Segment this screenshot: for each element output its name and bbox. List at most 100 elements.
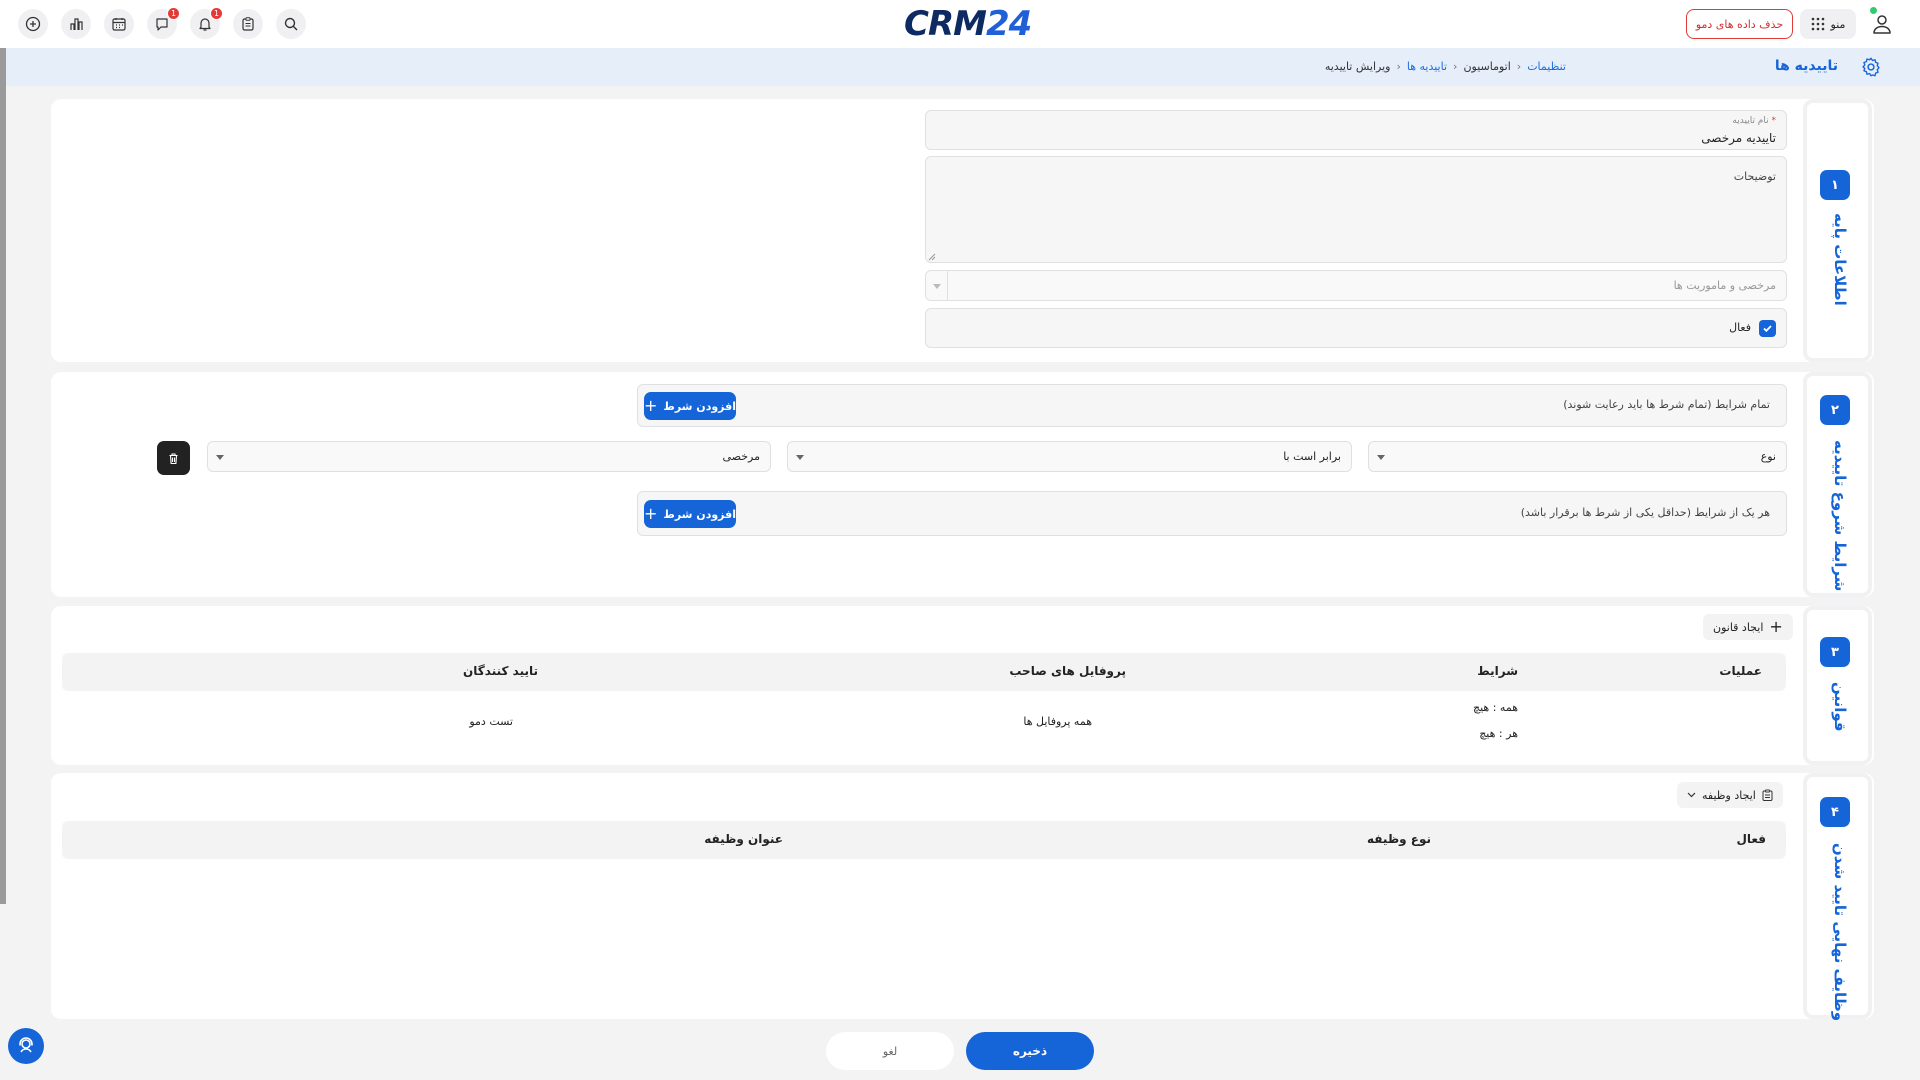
- chevron-down-icon: [1687, 792, 1696, 798]
- breadcrumb-bar: تاییدیه ها تنظیمات ‹ اتوماسیون ‹ تاییدیه…: [6, 48, 1920, 86]
- notification-badge: 1: [210, 7, 223, 20]
- condition-field-select[interactable]: نوع: [1368, 441, 1787, 472]
- user-icon[interactable]: [1870, 12, 1894, 36]
- plus-icon: +: [1769, 617, 1783, 636]
- menu-label: منو: [1830, 17, 1846, 31]
- grid-icon: [1811, 17, 1824, 31]
- column-header-active: فعال: [1736, 832, 1766, 846]
- delete-demo-data-button[interactable]: حذف داده های دمو: [1686, 9, 1793, 39]
- condition-field-value: نوع: [1760, 450, 1776, 463]
- column-header-owner-profiles: پروفایل های صاحب: [1009, 664, 1126, 678]
- page-scrollbar[interactable]: [0, 48, 6, 904]
- logo-number: 24: [985, 4, 1032, 44]
- breadcrumb-separator: ‹: [1453, 60, 1458, 73]
- add-icon[interactable]: [18, 9, 48, 39]
- condition-operator-select[interactable]: برابر است با: [787, 441, 1352, 472]
- basic-info-tab[interactable]: ۱ اطلاعات پایه: [1803, 99, 1872, 362]
- app-logo[interactable]: CRM24: [904, 4, 1032, 44]
- rules-table-header: عملیات شرایط پروفایل های صاحب تایید کنند…: [62, 653, 1786, 691]
- clipboard-icon[interactable]: [233, 9, 263, 39]
- section-label: شرایط شروع تاییدیه: [1831, 440, 1849, 592]
- top-header: 1 1 CRM24 حذف داده های دمو منو: [0, 0, 1920, 48]
- rule-owner-profiles: همه پروفایل ها: [1023, 715, 1092, 728]
- chevron-down-icon: [1377, 455, 1385, 460]
- any-conditions-label: هر یک از شرایط (حداقل یکی از شرط ها برقر…: [1520, 506, 1770, 519]
- tasks-tab[interactable]: ۴ وظایف نهایی تایید شدن: [1803, 773, 1872, 1022]
- support-agent-icon: [19, 1037, 33, 1053]
- breadcrumb-separator: ‹: [1516, 60, 1522, 73]
- active-label: فعال: [1729, 321, 1751, 334]
- section-label: اطلاعات پایه: [1831, 213, 1849, 306]
- column-header-task-title: عنوان وظیفه: [704, 832, 783, 846]
- chart-icon[interactable]: [61, 9, 91, 39]
- bell-icon[interactable]: 1: [190, 7, 223, 39]
- breadcrumb-automation[interactable]: اتوماسیون: [1463, 60, 1510, 73]
- chevron-down-icon: [933, 284, 941, 289]
- create-rule-button[interactable]: + ایجاد قانون: [1703, 614, 1793, 640]
- check-icon: [1763, 325, 1772, 333]
- section-label: وظایف نهایی تایید شدن: [1831, 843, 1849, 1022]
- all-conditions-label: تمام شرایط (تمام شرط ها باید رعایت شوند): [1563, 398, 1770, 411]
- page-title: تاییدیه ها: [1774, 58, 1838, 74]
- tasks-table-header: فعال نوع وظیفه عنوان وظیفه: [62, 821, 1786, 859]
- rules-tab[interactable]: ۳ قوانین: [1803, 606, 1872, 765]
- add-condition-label: افزودن شرط: [663, 399, 736, 413]
- section-number: ۳: [1820, 637, 1850, 667]
- chat-icon[interactable]: 1: [147, 7, 180, 39]
- create-task-label: ایجاد وظیفه: [1702, 788, 1756, 802]
- tasks-card: [51, 773, 1874, 1019]
- conditions-tab[interactable]: ۲ شرایط شروع تاییدیه: [1803, 372, 1872, 597]
- section-number: ۱: [1820, 170, 1850, 200]
- logo-text: CRM: [904, 4, 987, 44]
- plus-icon: +: [644, 396, 658, 415]
- add-condition-label: افزودن شرط: [663, 507, 736, 521]
- create-task-dropdown-button[interactable]: ایجاد وظیفه: [1677, 782, 1783, 808]
- chat-badge: 1: [167, 7, 180, 20]
- clipboard-icon: [1762, 789, 1773, 801]
- plus-icon: +: [644, 504, 658, 523]
- approval-name-label-text: نام تاییدیه: [1732, 116, 1769, 126]
- rule-approvers: تست دمو: [469, 715, 513, 728]
- column-header-approvers: تایید کنندگان: [463, 664, 538, 678]
- add-condition-button[interactable]: افزودن شرط +: [644, 500, 736, 528]
- save-button[interactable]: ذخیره: [966, 1032, 1094, 1070]
- section-number: ۴: [1820, 797, 1850, 827]
- description-placeholder: توضیحات: [1733, 170, 1776, 183]
- breadcrumb-settings[interactable]: تنظیمات: [1527, 60, 1566, 73]
- cancel-button[interactable]: لغو: [826, 1032, 954, 1070]
- resize-handle-icon[interactable]: [927, 252, 936, 261]
- menu-button[interactable]: منو: [1800, 9, 1856, 39]
- rule-conditions-all: همه : هیچ: [1473, 701, 1518, 714]
- breadcrumb: تنظیمات ‹ اتوماسیون ‹ تاییدیه ها ‹ ویرای…: [1325, 60, 1566, 73]
- delete-condition-button[interactable]: [157, 441, 190, 475]
- condition-operator-value: برابر است با: [1283, 450, 1341, 463]
- calendar-icon[interactable]: [104, 9, 134, 39]
- rule-conditions-any: هر : هیچ: [1479, 727, 1518, 740]
- active-row: فعال: [925, 308, 1787, 348]
- section-number: ۲: [1820, 395, 1850, 425]
- condition-value-select[interactable]: مرخصی: [207, 441, 771, 472]
- add-condition-button[interactable]: افزودن شرط +: [644, 392, 736, 420]
- settings-gear-icon[interactable]: [1860, 56, 1882, 78]
- create-rule-label: ایجاد قانون: [1713, 620, 1764, 634]
- approval-name-value: تاییدیه مرخصی: [1701, 131, 1776, 145]
- category-placeholder: مرخصی و ماموریت ها: [1673, 279, 1776, 292]
- breadcrumb-separator: ‹: [1396, 60, 1401, 73]
- approval-name-label: * نام تاییدیه: [1732, 116, 1776, 126]
- condition-value-value: مرخصی: [722, 450, 760, 463]
- any-conditions-group: هر یک از شرایط (حداقل یکی از شرط ها برقر…: [637, 491, 1787, 536]
- column-header-task-type: نوع وظیفه: [1367, 832, 1431, 846]
- category-select[interactable]: مرخصی و ماموریت ها: [925, 270, 1787, 301]
- column-header-actions: عملیات: [1719, 664, 1762, 678]
- active-checkbox[interactable]: [1759, 320, 1776, 337]
- column-header-conditions: شرایط: [1477, 664, 1518, 678]
- section-label: قوانین: [1831, 682, 1849, 732]
- breadcrumb-approvals[interactable]: تاییدیه ها: [1407, 60, 1447, 73]
- breadcrumb-current: ویرایش تاییدیه: [1324, 60, 1391, 73]
- chevron-down-icon: [796, 455, 804, 460]
- required-mark: *: [1771, 116, 1777, 126]
- search-icon[interactable]: [276, 9, 306, 39]
- support-chat-button[interactable]: [8, 1028, 44, 1064]
- approval-name-field[interactable]: * نام تاییدیه تاییدیه مرخصی: [925, 110, 1787, 150]
- description-textarea[interactable]: توضیحات: [925, 156, 1787, 263]
